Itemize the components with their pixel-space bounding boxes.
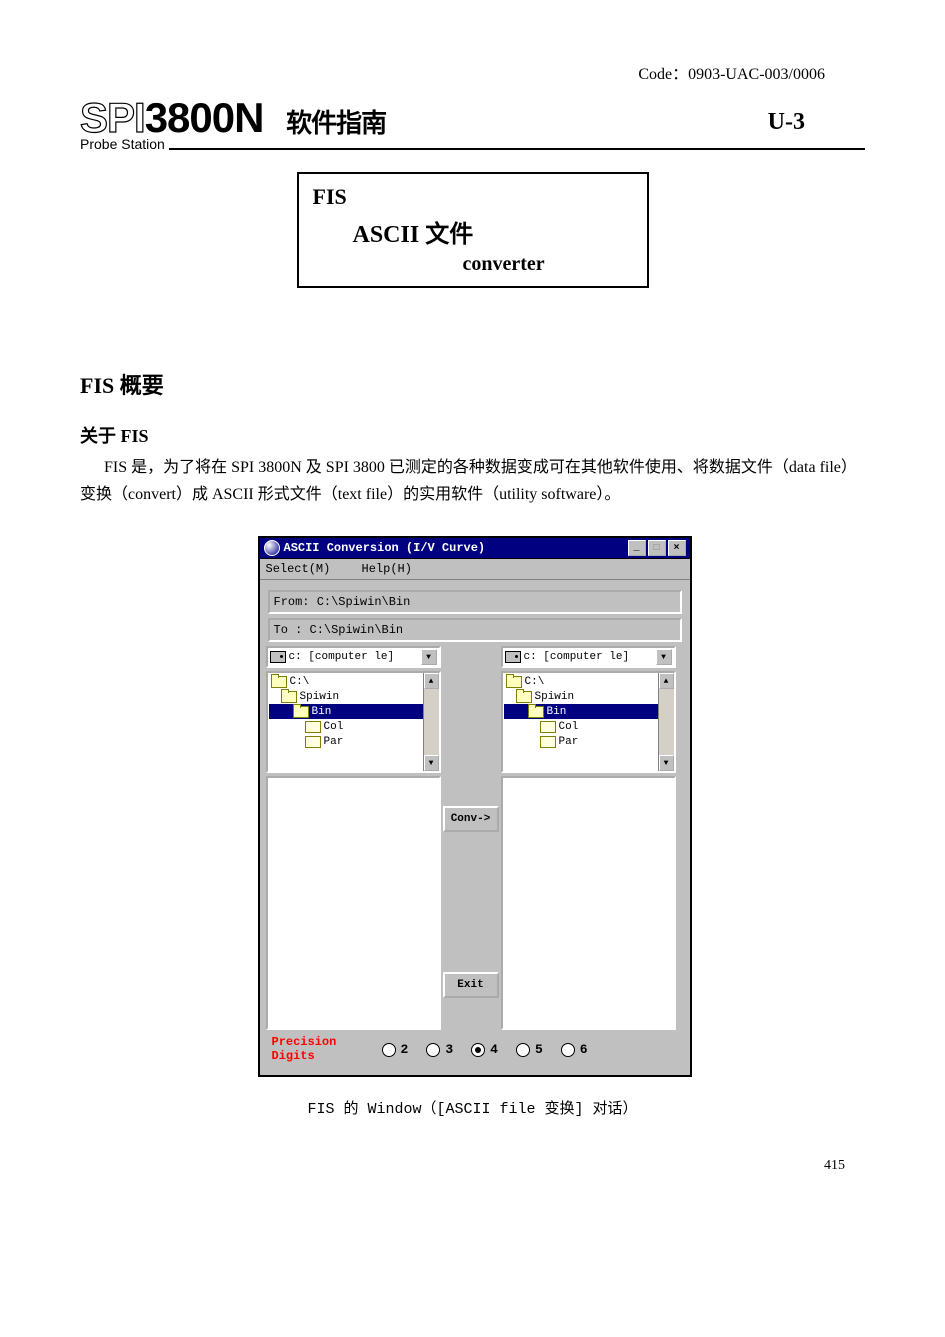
menu-select[interactable]: Select(M) (266, 562, 343, 576)
dir-item-label: Par (559, 736, 579, 748)
dir-item[interactable]: Bin (269, 704, 438, 719)
title-line-2: ASCII 文件 (353, 214, 633, 249)
folder-closed-icon (540, 736, 556, 748)
to-file-browser: c: [computer le] ▼ C:\ Spiwin Bin Col Par ▲▼ (501, 646, 676, 1030)
radio-label: 4 (490, 1042, 498, 1057)
to-drive-select[interactable]: c: [computer le] ▼ (501, 646, 676, 668)
probe-station-label: Probe Station (80, 136, 165, 152)
dialog-title-text: ASCII Conversion (I/V Curve) (284, 541, 626, 555)
scrollbar[interactable]: ▲▼ (658, 673, 674, 771)
folder-open-icon (516, 691, 532, 703)
minimize-button[interactable]: _ (628, 540, 646, 556)
dropdown-icon[interactable]: ▼ (656, 649, 672, 665)
from-dir-list[interactable]: C:\ Spiwin Bin Col Par ▲▼ (266, 671, 441, 773)
dir-item-label: Col (324, 721, 344, 733)
to-dir-list[interactable]: C:\ Spiwin Bin Col Par ▲▼ (501, 671, 676, 773)
from-drive-select[interactable]: c: [computer le] ▼ (266, 646, 441, 668)
dir-item-label: C:\ (525, 676, 545, 688)
from-drive-text: c: [computer le] (289, 651, 395, 663)
dialog-titlebar[interactable]: ASCII Conversion (I/V Curve) _ □ × (260, 538, 690, 559)
app-icon (264, 540, 280, 556)
folder-open-icon (281, 691, 297, 703)
radio-label: 2 (401, 1042, 409, 1057)
folder-closed-icon (540, 721, 556, 733)
precision-radio-5[interactable]: 5 (516, 1042, 543, 1057)
scrollbar[interactable]: ▲▼ (423, 673, 439, 771)
figure-caption: FIS 的 Window（[ASCII file 变换] 对话） (80, 1097, 865, 1118)
dir-item-label: Bin (312, 706, 332, 718)
sub-heading: 关于 FIS (80, 422, 865, 448)
folder-open-icon (528, 706, 544, 718)
folder-open-icon (293, 706, 309, 718)
drive-icon (505, 651, 521, 663)
title-box: FIS ASCII 文件 converter (297, 172, 649, 288)
intro-paragraph: FIS 是，为了将在 SPI 3800N 及 SPI 3800 已测定的各种数据… (80, 454, 865, 508)
logo-spi: SPI (80, 94, 145, 141)
close-button[interactable]: × (668, 540, 686, 556)
dir-item-label: Bin (547, 706, 567, 718)
dir-item[interactable]: Par (269, 734, 438, 749)
dir-item-label: C:\ (290, 676, 310, 688)
radio-icon (426, 1043, 440, 1057)
precision-radio-4[interactable]: 4 (471, 1042, 498, 1057)
doc-header: SPI3800N 软件指南 U-3 (80, 94, 865, 142)
exit-button[interactable]: Exit (443, 972, 499, 998)
precision-radio-group: 2 3 4 5 6 (382, 1042, 588, 1057)
dir-item[interactable]: Spiwin (504, 689, 673, 704)
from-file-browser: c: [computer le] ▼ C:\ Spiwin Bin Col Par ▲▼ (266, 646, 441, 1030)
precision-radio-6[interactable]: 6 (561, 1042, 588, 1057)
section-id: U-3 (768, 109, 805, 136)
drive-icon (270, 651, 286, 663)
dir-item[interactable]: C:\ (504, 674, 673, 689)
page-number: 415 (80, 1158, 845, 1174)
convert-button[interactable]: Conv-> (443, 806, 499, 832)
dir-item[interactable]: C:\ (269, 674, 438, 689)
menu-bar: Select(M) Help(H) (260, 559, 690, 580)
folder-open-icon (506, 676, 522, 688)
logo-subtitle: 软件指南 (286, 109, 386, 138)
radio-icon (516, 1043, 530, 1057)
menu-help[interactable]: Help(H) (362, 562, 424, 576)
from-path: From: C:\Spiwin\Bin (268, 590, 682, 614)
dir-item-label: Spiwin (535, 691, 575, 703)
radio-label: 3 (445, 1042, 453, 1057)
dir-item[interactable]: Par (504, 734, 673, 749)
title-line-3: converter (463, 253, 633, 276)
to-drive-text: c: [computer le] (524, 651, 630, 663)
to-path: To : C:\Spiwin\Bin (268, 618, 682, 642)
radio-label: 6 (580, 1042, 588, 1057)
folder-closed-icon (305, 736, 321, 748)
folder-closed-icon (305, 721, 321, 733)
dir-item[interactable]: Bin (504, 704, 673, 719)
precision-radio-3[interactable]: 3 (426, 1042, 453, 1057)
dir-item[interactable]: Spiwin (269, 689, 438, 704)
section-heading: FIS 概要 (80, 368, 865, 400)
dir-item-label: Spiwin (300, 691, 340, 703)
precision-label: PrecisionDigits (272, 1036, 362, 1062)
radio-icon (471, 1043, 485, 1057)
code-line: Code：0903-UAC-003/0006 (80, 60, 825, 84)
maximize-button[interactable]: □ (648, 540, 666, 556)
from-file-list[interactable] (266, 776, 441, 1030)
to-file-list[interactable] (501, 776, 676, 1030)
header-rule (169, 148, 865, 150)
dir-item-label: Par (324, 736, 344, 748)
dir-item-label: Col (559, 721, 579, 733)
radio-label: 5 (535, 1042, 543, 1057)
dropdown-icon[interactable]: ▼ (421, 649, 437, 665)
radio-icon (382, 1043, 396, 1057)
folder-open-icon (271, 676, 287, 688)
ascii-conversion-dialog: ASCII Conversion (I/V Curve) _ □ × Selec… (258, 536, 692, 1076)
precision-row: PrecisionDigits 2 3 4 5 6 (266, 1032, 684, 1066)
title-line-1: FIS (313, 184, 633, 210)
radio-icon (561, 1043, 575, 1057)
dir-item[interactable]: Col (504, 719, 673, 734)
dir-item[interactable]: Col (269, 719, 438, 734)
precision-radio-2[interactable]: 2 (382, 1042, 409, 1057)
logo-model: 3800N (145, 94, 264, 141)
